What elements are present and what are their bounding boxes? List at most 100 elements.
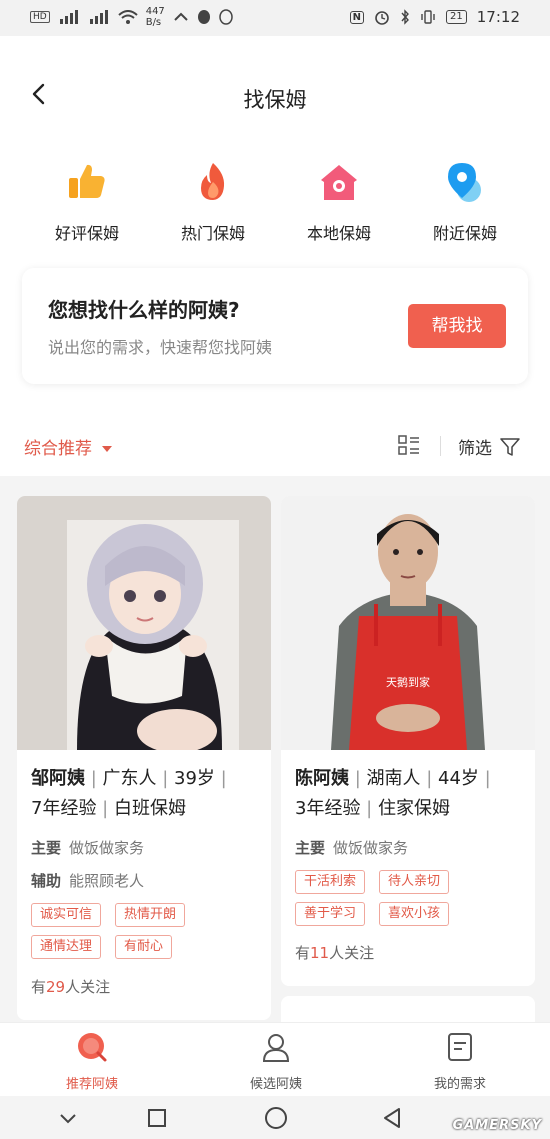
sort-label: 综合推荐 bbox=[24, 439, 92, 459]
nanny-summary: 陈阿姨 | 湖南人 | 44岁 | 3年经验 | 住家保姆 bbox=[295, 768, 491, 819]
trait-tag: 干活利索 bbox=[295, 870, 366, 894]
nanny-name: 邹阿姨 bbox=[31, 768, 85, 789]
notification-icon bbox=[197, 10, 210, 24]
nanny-name: 陈阿姨 bbox=[295, 768, 349, 789]
category-good-review[interactable]: 好评保姆 bbox=[32, 160, 142, 244]
tab-candidates[interactable]: 候选阿姨 bbox=[216, 1031, 336, 1092]
fans-prefix: 有 bbox=[295, 944, 311, 962]
net-speed: 447 bbox=[145, 6, 165, 17]
nanny-experience: 7年经验 bbox=[31, 798, 97, 819]
trait-tag: 有耐心 bbox=[115, 935, 173, 959]
recents-icon[interactable] bbox=[147, 1108, 167, 1128]
page-title: 找保姆 bbox=[243, 88, 307, 112]
watermark: GAMERSKY bbox=[452, 1118, 542, 1133]
nanny-card[interactable]: 邹阿姨 | 广东人 | 39岁 | 7年经验 | 白班保姆 主要 做饭做家务 辅助… bbox=[17, 496, 271, 1020]
nanny-age: 44岁 bbox=[438, 768, 479, 789]
nanny-experience: 3年经验 bbox=[295, 798, 361, 819]
fans-prefix: 有 bbox=[31, 978, 47, 996]
tab-label: 候选阿姨 bbox=[249, 1077, 302, 1092]
bluetooth-icon bbox=[401, 9, 409, 25]
trait-tag: 通情达理 bbox=[31, 935, 102, 959]
nanny-type: 住家保姆 bbox=[377, 798, 450, 819]
main-value: 做饭做家务 bbox=[69, 839, 145, 857]
trait-tag: 热情开朗 bbox=[115, 903, 186, 927]
system-nav-bar: GAMERSKY bbox=[0, 1096, 550, 1139]
followers-count: 有11人关注 bbox=[295, 942, 374, 963]
category-label: 附近保姆 bbox=[432, 224, 497, 243]
sort-dropdown[interactable]: 综合推荐 bbox=[24, 434, 112, 459]
main-duties: 主要 做饭做家务 bbox=[295, 837, 408, 858]
aux-value: 能照顾老人 bbox=[69, 872, 145, 890]
tab-recommended[interactable]: 推荐阿姨 bbox=[32, 1031, 152, 1092]
signal-icon bbox=[89, 10, 108, 24]
person-icon bbox=[262, 1034, 290, 1062]
sort-bar: 综合推荐 筛选 bbox=[0, 420, 550, 476]
fans-number: 11 bbox=[310, 944, 330, 962]
layout-toggle-icon[interactable] bbox=[398, 434, 420, 456]
nanny-summary: 邹阿姨 | 广东人 | 39岁 | 7年经验 | 白班保姆 bbox=[31, 768, 227, 819]
tab-my-needs[interactable]: 我的需求 bbox=[400, 1031, 520, 1092]
nanny-origin: 广东人 bbox=[102, 768, 157, 789]
collapse-icon[interactable] bbox=[58, 1108, 78, 1128]
battery-icon: 21 bbox=[446, 10, 467, 24]
search-icon bbox=[78, 1033, 107, 1062]
category-local[interactable]: 本地保姆 bbox=[284, 160, 394, 244]
tab-label: 推荐阿姨 bbox=[65, 1077, 118, 1092]
trait-tag: 喜欢小孩 bbox=[379, 902, 450, 926]
category-hot[interactable]: 热门保姆 bbox=[158, 160, 268, 244]
main-key: 主要 bbox=[31, 839, 62, 857]
nanny-card[interactable]: 天鹅到家 陈阿姨 | 湖南人 | 44岁 | 3年经验 | 住家保姆 主要 做饭做… bbox=[281, 496, 535, 986]
status-bar: HD 447 B/s N 21 17:12 bbox=[0, 0, 550, 36]
wifi-icon bbox=[118, 10, 138, 24]
fire-icon bbox=[201, 163, 225, 200]
home-icon bbox=[321, 165, 357, 200]
clock: 17:12 bbox=[476, 8, 520, 26]
caret-down-icon bbox=[102, 446, 112, 452]
category-label: 本地保姆 bbox=[306, 224, 371, 243]
category-nearby[interactable]: 附近保姆 bbox=[410, 160, 520, 244]
carrier-badge: HD bbox=[30, 11, 50, 23]
category-label: 好评保姆 bbox=[54, 224, 119, 243]
back-triangle-icon[interactable] bbox=[382, 1107, 402, 1129]
filter-button[interactable]: 筛选 bbox=[458, 434, 520, 459]
nanny-origin: 湖南人 bbox=[366, 768, 421, 789]
trait-tag: 诚实可信 bbox=[31, 903, 102, 927]
aux-key: 辅助 bbox=[31, 872, 62, 890]
category-label: 热门保姆 bbox=[180, 224, 245, 243]
fans-number: 29 bbox=[46, 978, 66, 996]
main-value: 做饭做家务 bbox=[333, 839, 409, 857]
followers-count: 有29人关注 bbox=[31, 976, 110, 997]
ask-description: 说出您的需求，快速帮您找阿姨 bbox=[48, 338, 273, 357]
tab-label: 我的需求 bbox=[433, 1077, 486, 1092]
trait-tag: 善于学习 bbox=[295, 902, 366, 926]
fans-suffix: 人关注 bbox=[329, 944, 375, 962]
net-speed-unit: B/s bbox=[145, 17, 162, 28]
document-icon bbox=[448, 1033, 472, 1061]
svg-text:天鹅到家: 天鹅到家 bbox=[386, 675, 430, 689]
nanny-photo bbox=[17, 496, 271, 750]
nfc-icon: N bbox=[349, 10, 365, 24]
ask-question: 您想找什么样的阿姨? bbox=[48, 298, 240, 322]
missed-call-icon bbox=[174, 12, 188, 21]
funnel-icon bbox=[500, 437, 520, 456]
main-key: 主要 bbox=[295, 839, 326, 857]
nanny-photo: 天鹅到家 bbox=[281, 496, 535, 750]
divider bbox=[440, 436, 441, 456]
fans-suffix: 人关注 bbox=[65, 978, 111, 996]
signal-icon bbox=[59, 10, 78, 24]
help-me-find-button[interactable]: 帮我找 bbox=[408, 304, 506, 348]
aux-duties: 辅助 能照顾老人 bbox=[31, 870, 144, 891]
trait-tag: 待人亲切 bbox=[379, 870, 450, 894]
vibrate-icon bbox=[421, 10, 435, 24]
nanny-type: 白班保姆 bbox=[113, 798, 186, 819]
thumbs-up-icon bbox=[69, 164, 105, 198]
main-duties: 主要 做饭做家务 bbox=[31, 837, 144, 858]
nanny-age: 39岁 bbox=[174, 768, 215, 789]
alarm-icon bbox=[375, 11, 389, 25]
find-nanny-card: 您想找什么样的阿姨? 说出您的需求，快速帮您找阿姨 帮我找 bbox=[22, 268, 528, 384]
qq-icon bbox=[219, 9, 233, 25]
home-button-icon[interactable] bbox=[264, 1106, 288, 1130]
location-pin-icon bbox=[448, 163, 481, 202]
bottom-tab-bar: 推荐阿姨 候选阿姨 我的需求 bbox=[0, 1022, 550, 1097]
filter-label: 筛选 bbox=[458, 439, 492, 459]
